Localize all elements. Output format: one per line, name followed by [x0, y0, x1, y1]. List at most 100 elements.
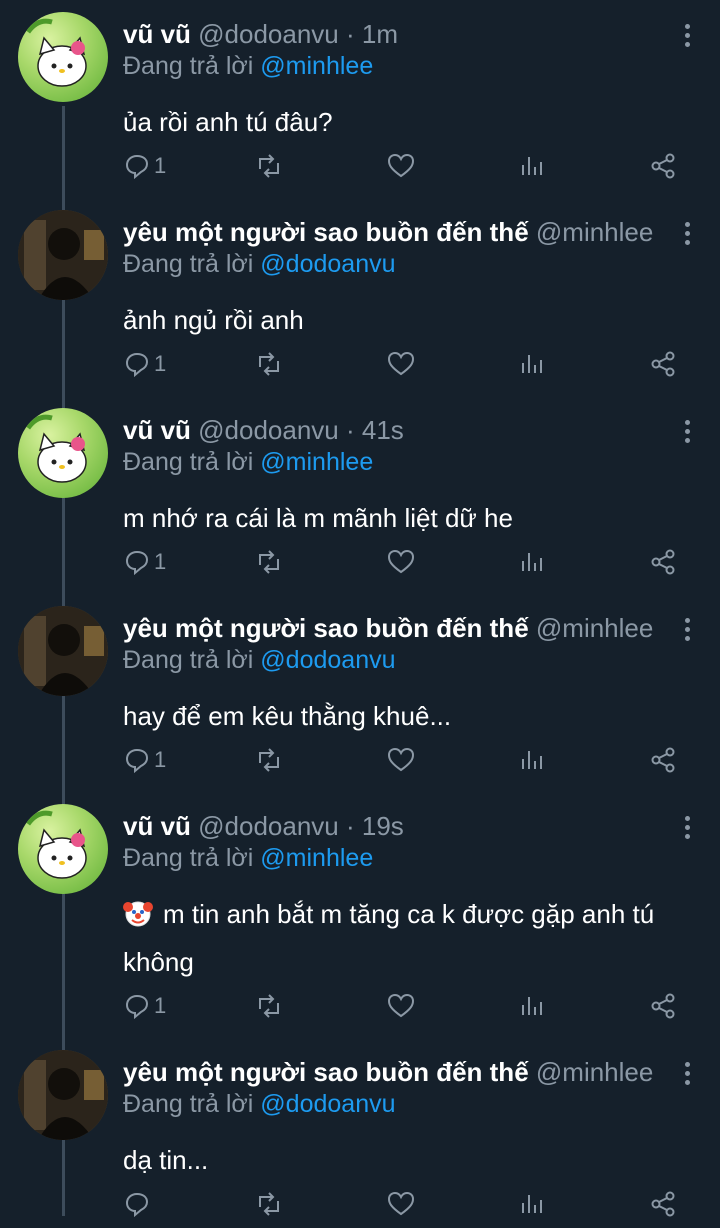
views-icon [519, 747, 543, 773]
reply-count: 1 [154, 549, 167, 574]
tweet[interactable]: vũ vũ @dodoanvu · 41s Đang trả lời @minh… [0, 408, 720, 598]
tweet-actions: 1 [0, 986, 720, 1026]
views-button[interactable] [519, 344, 543, 384]
views-button[interactable] [519, 1184, 543, 1224]
views-button[interactable] [519, 740, 543, 780]
more-options-icon[interactable] [682, 816, 692, 842]
hello-kitty-avatar[interactable] [18, 12, 108, 102]
tweet-text: dạ tin... [123, 1145, 209, 1175]
share-icon [650, 153, 676, 179]
reply-button[interactable]: 1 [124, 542, 166, 582]
reply-button[interactable]: 1 [124, 344, 166, 384]
mention-link[interactable]: @minhlee [260, 52, 373, 80]
views-button[interactable] [519, 542, 543, 582]
retweet-button[interactable] [255, 740, 283, 780]
share-icon [650, 993, 676, 1019]
views-button[interactable] [519, 986, 543, 1026]
share-button[interactable] [650, 344, 676, 384]
heart-icon [387, 993, 415, 1019]
mention-link[interactable]: @minhlee [260, 448, 373, 476]
mention-link[interactable]: @dodoanvu [260, 1090, 395, 1118]
tweet[interactable]: vũ vũ @dodoanvu · 1m Đang trả lời @minhl… [0, 12, 720, 202]
retweet-button[interactable] [255, 1184, 283, 1224]
replying-to: Đang trả lời @minhlee [123, 842, 373, 874]
heart-icon [387, 1191, 415, 1217]
like-button[interactable] [387, 542, 415, 582]
tweet-text-container: m tin anh bắt m tăng ca k được gặp anh t… [123, 890, 683, 986]
share-icon [650, 351, 676, 377]
author-name[interactable]: vũ vũ [123, 19, 191, 49]
heart-icon [387, 153, 415, 179]
hello-kitty-avatar[interactable] [18, 804, 108, 894]
author-handle: @dodoanvu · 41s [198, 415, 404, 445]
tweet[interactable]: vũ vũ @dodoanvu · 19s Đang trả lời @minh… [0, 804, 720, 1044]
like-button[interactable] [387, 344, 415, 384]
reply-button[interactable] [124, 1184, 154, 1224]
author-name[interactable]: yêu một người sao buồn đến thế [123, 613, 529, 643]
mention-link[interactable]: @dodoanvu [260, 646, 395, 674]
replying-to: Đang trả lời @dodoanvu [123, 1088, 396, 1120]
more-options-icon[interactable] [682, 24, 692, 50]
share-button[interactable] [650, 986, 676, 1026]
reply-button[interactable]: 1 [124, 986, 166, 1026]
more-options-icon[interactable] [682, 420, 692, 446]
reply-icon [124, 1191, 150, 1217]
dark-photo-avatar[interactable] [18, 1050, 108, 1140]
retweet-button[interactable] [255, 542, 283, 582]
mention-link[interactable]: @dodoanvu [260, 250, 395, 278]
more-options-icon[interactable] [682, 1062, 692, 1088]
tweet-text: hay để em kêu thằng khuê... [123, 701, 452, 731]
tweet[interactable]: yêu một người sao buồn đến thế @minhlee … [0, 1050, 720, 1228]
like-button[interactable] [387, 740, 415, 780]
replying-to-label: Đang trả lời [123, 448, 254, 476]
tweet-header: yêu một người sao buồn đến thế @minhlee … [123, 216, 660, 248]
tweet-actions: 1 [0, 542, 720, 582]
share-icon [650, 1191, 676, 1217]
share-button[interactable] [650, 542, 676, 582]
more-options-icon[interactable] [682, 222, 692, 248]
like-button[interactable] [387, 146, 415, 186]
reply-count: 1 [154, 993, 167, 1018]
share-icon [650, 747, 676, 773]
reply-button[interactable]: 1 [124, 146, 166, 186]
replying-to: Đang trả lời @minhlee [123, 50, 373, 82]
dark-photo-avatar[interactable] [18, 606, 108, 696]
more-options-icon[interactable] [682, 618, 692, 644]
author-name[interactable]: yêu một người sao buồn đến thế [123, 217, 529, 247]
like-button[interactable] [387, 1184, 415, 1224]
share-button[interactable] [650, 146, 676, 186]
dark-photo-avatar[interactable] [18, 210, 108, 300]
reply-count: 1 [154, 351, 167, 376]
reply-button[interactable]: 1 [124, 740, 166, 780]
share-button[interactable] [650, 1184, 676, 1224]
retweet-icon [255, 1191, 283, 1217]
views-icon [519, 351, 543, 377]
author-name[interactable]: vũ vũ [123, 415, 191, 445]
tweet-actions: 1 [0, 146, 720, 186]
author-handle: @minhlee ·... [535, 613, 660, 643]
reply-icon [124, 993, 150, 1019]
retweet-button[interactable] [255, 986, 283, 1026]
like-button[interactable] [387, 986, 415, 1026]
tweet[interactable]: yêu một người sao buồn đến thế @minhlee … [0, 606, 720, 796]
tweet[interactable]: yêu một người sao buồn đến thế @minhlee … [0, 210, 720, 400]
views-button[interactable] [519, 146, 543, 186]
share-button[interactable] [650, 740, 676, 780]
author-name[interactable]: yêu một người sao buồn đến thế [123, 1057, 529, 1087]
reply-icon [124, 351, 150, 377]
tweet-text: ủa rồi anh tú đâu? [123, 107, 333, 137]
author-handle: @dodoanvu · 1m [198, 19, 398, 49]
mention-link[interactable]: @minhlee [260, 844, 373, 872]
author-name[interactable]: vũ vũ [123, 811, 191, 841]
retweet-icon [255, 993, 283, 1019]
tweet-text: m tin anh bắt m tăng ca k được gặp anh t… [123, 899, 655, 977]
tweet-text: m nhớ ra cái là m mãnh liệt dữ he [123, 503, 513, 533]
tweet-actions: 1 [0, 740, 720, 780]
hello-kitty-avatar[interactable] [18, 408, 108, 498]
replying-to-label: Đang trả lời [123, 1090, 254, 1118]
retweet-icon [255, 153, 283, 179]
retweet-button[interactable] [255, 344, 283, 384]
views-icon [519, 549, 543, 575]
retweet-button[interactable] [255, 146, 283, 186]
reply-icon [124, 153, 150, 179]
